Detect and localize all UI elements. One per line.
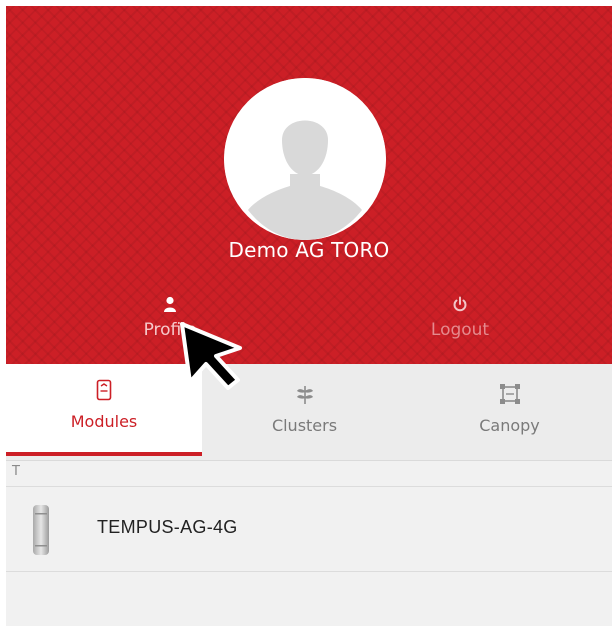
profile-header: Demo AG TORO Profile Logout	[6, 6, 612, 364]
list-item[interactable]: TEMPUS-AG-4G	[6, 487, 612, 571]
person-icon	[164, 296, 176, 312]
tab-clusters-label: Clusters	[271, 416, 338, 435]
avatar[interactable]	[224, 78, 386, 240]
frame-icon	[499, 384, 520, 404]
logout-label: Logout	[430, 320, 490, 340]
tab-modules[interactable]: Modules	[6, 364, 202, 456]
device-sensor-icon	[33, 505, 49, 555]
device-name: TEMPUS-AG-4G	[97, 517, 238, 537]
leaf-icon	[296, 386, 313, 404]
person-silhouette-icon	[224, 78, 386, 240]
app-window: Demo AG TORO Profile Logout Modules Clus…	[6, 6, 612, 626]
section-header: T	[12, 464, 20, 479]
tab-modules-label: Modules	[70, 412, 138, 431]
mouse-pointer-icon	[180, 322, 242, 390]
tab-canopy-label: Canopy	[479, 416, 540, 435]
power-icon	[453, 296, 467, 312]
module-icon	[96, 379, 112, 401]
tab-bar: Modules Clusters Canopy	[6, 364, 612, 461]
logout-button[interactable]: Logout	[380, 294, 540, 340]
divider	[6, 571, 612, 572]
user-name: Demo AG TORO	[228, 238, 390, 262]
tab-canopy[interactable]: Canopy	[407, 368, 612, 456]
